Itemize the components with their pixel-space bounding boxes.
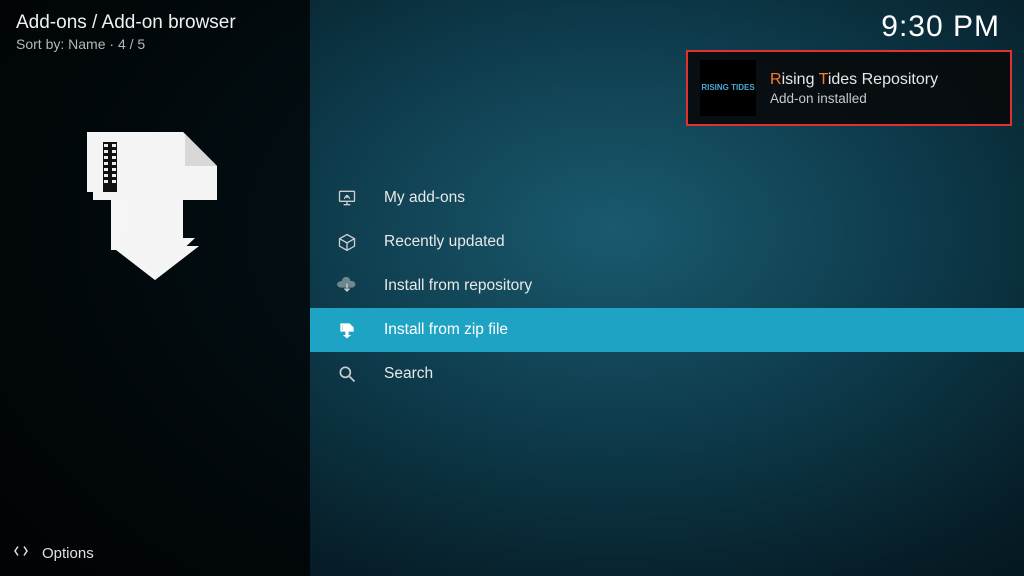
- menu-item-label: Install from zip file: [384, 321, 508, 339]
- notification-body: Rising Tides Repository Add-on installed: [770, 71, 938, 106]
- menu-item-search[interactable]: Search: [310, 352, 1024, 396]
- breadcrumb: Add-ons / Add-on browser: [16, 12, 236, 34]
- sort-prefix: Sort by:: [16, 36, 68, 52]
- install-zip-icon: [336, 319, 358, 341]
- notification-thumbnail-text: RISING TIDES: [701, 84, 754, 92]
- search-icon: [336, 363, 358, 385]
- clock: 9:30 PM: [881, 10, 1000, 44]
- category-icon: [75, 120, 235, 280]
- menu-item-recently-updated[interactable]: Recently updated: [310, 220, 1024, 264]
- notification-thumbnail: RISING TIDES: [700, 60, 756, 116]
- notification-title-rest: Repository: [862, 71, 938, 88]
- footer-options-label: Options: [42, 545, 94, 562]
- list-position: 4 / 5: [118, 36, 145, 52]
- notification-subtitle: Add-on installed: [770, 91, 938, 106]
- notification-title-hl1: R: [770, 71, 782, 88]
- menu-item-label: Search: [384, 365, 433, 383]
- footer-options[interactable]: Options: [12, 542, 94, 564]
- recently-updated-icon: [336, 231, 358, 253]
- notification-title-hl2: T: [819, 71, 828, 88]
- menu-item-label: My add-ons: [384, 189, 465, 207]
- my-addons-icon: [336, 187, 358, 209]
- options-icon: [12, 542, 30, 564]
- install-repo-icon: [336, 275, 358, 297]
- sort-value: Name: [68, 36, 105, 52]
- sort-sep: ·: [106, 36, 118, 52]
- menu-item-install-repository[interactable]: Install from repository: [310, 264, 1024, 308]
- menu-list: My add-ons Recently updated Install from…: [310, 176, 1024, 396]
- menu-item-install-zip[interactable]: Install from zip file: [310, 308, 1024, 352]
- notification-title-p2: ides: [828, 71, 862, 88]
- sidebar: Add-ons / Add-on browser Sort by: Name ·…: [0, 0, 310, 576]
- notification-toast: RISING TIDES Rising Tides Repository Add…: [686, 50, 1012, 126]
- notification-title: Rising Tides Repository: [770, 71, 938, 89]
- sort-line: Sort by: Name · 4 / 5: [16, 36, 236, 52]
- header: Add-ons / Add-on browser Sort by: Name ·…: [16, 12, 236, 52]
- notification-title-p1: ising: [782, 71, 819, 88]
- menu-item-label: Install from repository: [384, 277, 532, 295]
- menu-item-my-addons[interactable]: My add-ons: [310, 176, 1024, 220]
- menu-item-label: Recently updated: [384, 233, 505, 251]
